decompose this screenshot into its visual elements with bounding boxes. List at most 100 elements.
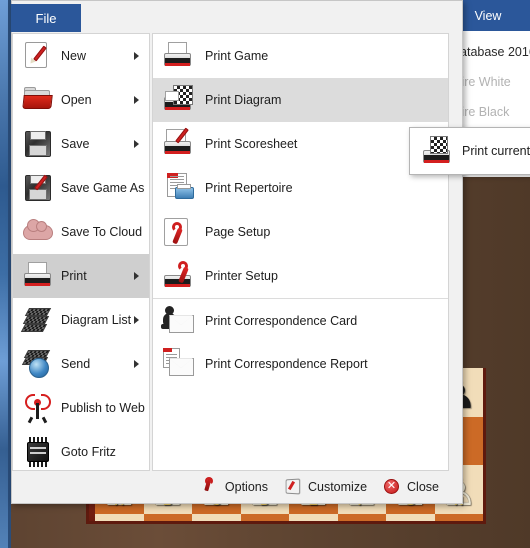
- chess-piece[interactable]: ♖: [435, 520, 484, 521]
- app-window: ♟♙♙♙♙♙♙♙♙♖♘♗♕♔♗♘♖ ABCDEFGH View Database…: [0, 0, 530, 548]
- print-diagram-icon: [161, 83, 195, 117]
- print-command-print-correspondence-card[interactable]: Print Correspondence Card: [153, 298, 448, 342]
- print-command-printer-setup[interactable]: Printer Setup: [153, 254, 448, 298]
- options-wrench-icon: [201, 477, 219, 496]
- footer-options-button[interactable]: Options: [201, 477, 268, 496]
- file-menu-item-save-game-as[interactable]: Save Game As: [13, 166, 149, 210]
- options-wrench-icon: [201, 477, 219, 496]
- print-command-label: Print Correspondence Card: [205, 313, 358, 328]
- correspondence-card-icon: [161, 304, 195, 338]
- tab-file[interactable]: File: [11, 4, 81, 32]
- chess-piece[interactable]: ♗: [338, 520, 387, 521]
- print-scoresheet-icon: [161, 127, 195, 161]
- chess-piece[interactable]: ♗: [192, 520, 241, 521]
- file-menu-item-diagram-list[interactable]: Diagram List: [13, 298, 149, 342]
- antenna-icon: [21, 391, 55, 425]
- file-menu-item-save[interactable]: Save: [13, 122, 149, 166]
- print-command-print-repertoire[interactable]: Print Repertoire: [153, 166, 448, 210]
- file-menu-item-open[interactable]: Open: [13, 78, 149, 122]
- footer-button-label: Customize: [307, 480, 368, 494]
- chess-square[interactable]: ♔: [289, 513, 338, 521]
- chess-square[interactable]: ♘: [143, 513, 193, 521]
- print-command-label: Page Setup: [205, 225, 271, 239]
- print-commands-pane[interactable]: Print Game Print Diagram Print Scoresheet P…: [152, 33, 449, 471]
- save-as-icon: [21, 171, 55, 205]
- file-menu-item-new[interactable]: New: [13, 34, 149, 78]
- diagram-list-icon: [20, 303, 55, 337]
- print-command-label: Print Diagram: [205, 93, 282, 107]
- print-command-label: Print Correspondence Report: [205, 357, 368, 371]
- file-menu-item-label: Print: [61, 269, 87, 283]
- footer-close-button[interactable]: ✕ Close: [383, 478, 439, 496]
- footer-customize-button[interactable]: Customize: [284, 478, 367, 496]
- tooltip-text: Print current b: [462, 144, 530, 158]
- chess-piece[interactable]: ♘: [144, 520, 193, 521]
- new-page-pencil-icon: [21, 39, 55, 73]
- submenu-arrow-icon: [134, 272, 139, 280]
- submenu-arrow-icon: [134, 96, 139, 104]
- save-floppy-icon: [21, 127, 55, 161]
- file-menu-item-label: Save To Cloud: [61, 225, 143, 239]
- file-menu-item-print[interactable]: Print: [13, 254, 149, 298]
- chess-square[interactable]: ♕: [240, 513, 290, 521]
- printer-icon: [21, 259, 55, 293]
- customize-icon: [284, 478, 302, 496]
- correspondence-card-icon: [161, 304, 195, 338]
- tab-view-label: View: [474, 8, 502, 23]
- print-command-label: Printer Setup: [205, 269, 278, 283]
- print-game-icon: [161, 39, 195, 73]
- chess-square[interactable]: ♖: [95, 513, 144, 521]
- send-globe-icon: [21, 347, 55, 381]
- chess-piece[interactable]: ♔: [289, 520, 338, 521]
- diagram-list-icon: [20, 303, 55, 337]
- file-menu-item-label: New: [61, 49, 87, 63]
- save-floppy-icon: [21, 127, 55, 161]
- file-menu-item-save-to-cloud[interactable]: Save To Cloud: [13, 210, 149, 254]
- page-setup-icon: [161, 215, 195, 249]
- file-menu-item-label: Diagram List: [61, 313, 132, 327]
- chess-piece[interactable]: ♕: [241, 520, 290, 521]
- tab-file-label: File: [35, 10, 57, 26]
- page-setup-icon: [161, 215, 195, 249]
- print-command-page-setup[interactable]: Page Setup: [153, 210, 448, 254]
- cloud-icon: [21, 215, 55, 249]
- file-menu-item-label: Save Game As: [61, 181, 145, 195]
- submenu-arrow-icon: [134, 360, 139, 368]
- chip-icon: [21, 435, 55, 469]
- printer-setup-icon: [161, 259, 195, 293]
- print-command-label: Print Game: [205, 49, 269, 63]
- submenu-arrow-icon: [134, 52, 139, 60]
- file-menu-item-label: Send: [61, 357, 91, 371]
- chess-square[interactable]: ♘: [386, 513, 435, 521]
- file-menu-item-label: Open: [61, 93, 92, 107]
- close-circle-icon: ✕: [383, 478, 401, 496]
- chess-square[interactable]: ♗: [192, 513, 241, 521]
- open-folder-icon: [21, 83, 55, 117]
- file-menu-item-publish-to-web[interactable]: Publish to Web: [13, 386, 149, 430]
- file-menu-left-pane[interactable]: New Open Save Save Game As Save To Cloud Prin…: [12, 33, 150, 471]
- printer-icon: [21, 259, 55, 293]
- chip-icon: [21, 435, 55, 469]
- cloud-icon: [21, 215, 55, 249]
- file-menu-item-goto-fritz[interactable]: Goto Fritz: [13, 430, 149, 470]
- submenu-arrow-icon: [134, 316, 139, 324]
- chess-square[interactable]: ♗: [337, 513, 387, 521]
- send-globe-icon: [21, 347, 55, 381]
- print-diagram-icon: [420, 136, 450, 166]
- print-command-print-scoresheet[interactable]: Print Scoresheet: [153, 122, 448, 166]
- chess-square[interactable]: ♖: [434, 513, 484, 521]
- correspondence-report-icon: [161, 347, 195, 381]
- close-circle-icon: ✕: [383, 478, 401, 496]
- print-command-label: Print Repertoire: [205, 181, 293, 195]
- file-menu-item-send[interactable]: Send: [13, 342, 149, 386]
- backstage-footer[interactable]: Options Customize ✕ Close: [12, 473, 449, 501]
- print-diagram-icon: [161, 83, 195, 117]
- file-menu-item-label: Publish to Web: [61, 401, 145, 415]
- print-command-print-game[interactable]: Print Game: [153, 34, 448, 78]
- print-scoresheet-icon: [161, 127, 195, 161]
- print-command-label: Print Scoresheet: [205, 137, 298, 151]
- chess-piece[interactable]: ♘: [386, 520, 435, 521]
- print-command-print-diagram[interactable]: Print Diagram: [153, 78, 448, 122]
- print-command-print-correspondence-report[interactable]: Print Correspondence Report: [153, 342, 448, 386]
- chess-piece[interactable]: ♖: [95, 520, 144, 521]
